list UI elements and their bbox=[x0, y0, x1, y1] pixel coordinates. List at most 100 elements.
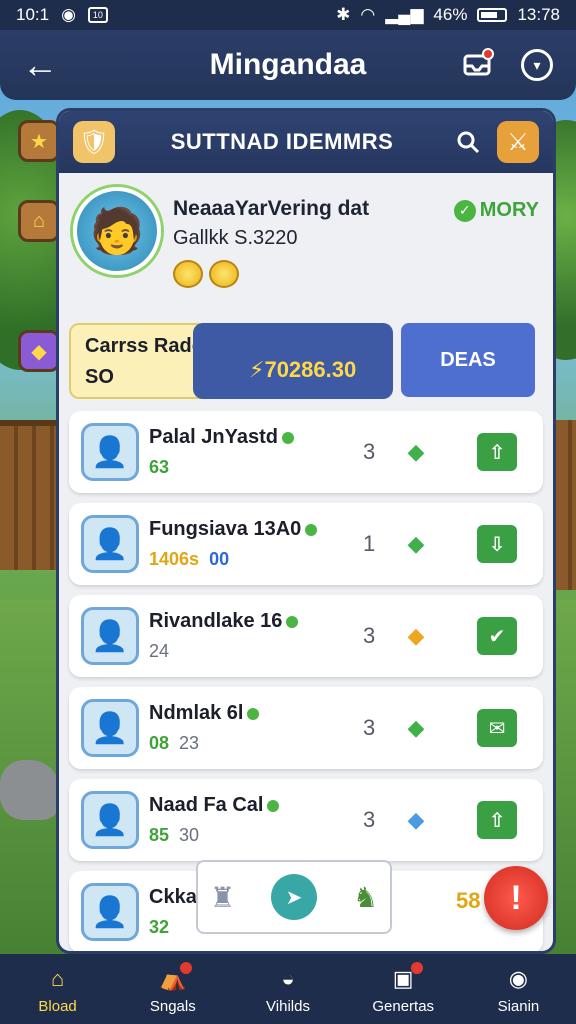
panel-header: 🛡 SUTTNAD IDEMMRS ⚔ bbox=[59, 111, 553, 173]
creature-icon: ♞ bbox=[352, 881, 378, 913]
gem-icon: ◆ bbox=[407, 715, 425, 740]
member-name: Naad Fa Cal bbox=[149, 794, 264, 816]
member-meta: 08 23 bbox=[149, 733, 369, 754]
map-badge-icon[interactable]: ⌂ bbox=[18, 200, 60, 242]
crystal-icon: ♜ bbox=[210, 881, 236, 913]
member-name: Fungsiava 13A0 bbox=[149, 518, 302, 540]
chevron-down-icon: ▾ bbox=[521, 49, 553, 81]
meta-value-2: 23 bbox=[179, 733, 200, 753]
notification-dot bbox=[482, 48, 494, 60]
profile-icon: ◉ bbox=[508, 965, 528, 991]
meta-value-2: 24 bbox=[149, 641, 170, 661]
inbox-button[interactable] bbox=[458, 46, 496, 84]
notification-dot bbox=[410, 962, 423, 974]
member-avatar: 👤 bbox=[81, 883, 139, 941]
member-count: 3 bbox=[363, 807, 376, 832]
battery-icon bbox=[477, 8, 508, 22]
peek-price: 58 bbox=[456, 888, 481, 913]
nav-label: Genertas bbox=[372, 997, 435, 1015]
bottom-nav: ⌂ Bload ⛺ Sngals ◒ Vihilds ▣ Genertas ◉ Sianin bbox=[0, 954, 576, 1024]
signal-icon: ▂▄▆ bbox=[385, 5, 424, 24]
coin-icon bbox=[209, 260, 239, 288]
arrow-down-icon[interactable]: ⇩ bbox=[477, 525, 517, 563]
nav-label: Sngals bbox=[149, 997, 196, 1015]
hero-avatar-icon[interactable]: ⚔ bbox=[497, 121, 539, 163]
nav-label: Vihilds bbox=[266, 997, 310, 1015]
member-meta: 85 30 bbox=[149, 825, 369, 846]
list-item[interactable]: 👤 Ndmlak 6l 08 23 3 ◆ ✉ bbox=[69, 687, 543, 769]
gem-badge-icon[interactable]: ◆ bbox=[18, 330, 60, 372]
clock: 13:78 bbox=[517, 5, 560, 24]
gem-icon: ◆ bbox=[407, 623, 425, 648]
coins bbox=[173, 260, 369, 288]
popup-card: ♜ ➤ ♞ bbox=[196, 860, 392, 934]
member-count: 1 bbox=[363, 531, 376, 556]
box-icon: 10 bbox=[87, 7, 108, 23]
meta-value-1: 85 bbox=[149, 825, 170, 845]
nav-item-bload[interactable]: ⌂ Bload bbox=[0, 954, 115, 1024]
member-avatar: 👤 bbox=[81, 607, 139, 665]
back-arrow-icon[interactable]: ← bbox=[20, 44, 60, 85]
wifi-icon: ◠ bbox=[360, 5, 376, 24]
nav-item-sianin[interactable]: ◉ Sianin bbox=[461, 954, 576, 1024]
nav-label: Bload bbox=[38, 997, 77, 1015]
arrow-up-icon[interactable]: ⇧ bbox=[477, 801, 517, 839]
member-meta: 63 bbox=[149, 457, 369, 478]
member-avatar: 👤 bbox=[81, 699, 139, 757]
member-meta: 24 bbox=[149, 641, 369, 662]
meta-value-1: 63 bbox=[149, 457, 170, 477]
member-name: Rivandlake 16 bbox=[149, 610, 283, 632]
meta-value-2: 00 bbox=[209, 549, 230, 569]
member-meta: 1406s 00 bbox=[149, 549, 369, 570]
alert-button[interactable]: ! bbox=[484, 866, 548, 930]
nav-item-genertas[interactable]: ▣ Genertas bbox=[346, 954, 461, 1024]
knight-avatar-icon[interactable]: 🛡 bbox=[73, 121, 115, 163]
nav-item-vihilds[interactable]: ◒ Vihilds bbox=[230, 954, 345, 1024]
note-icon[interactable]: ✉ bbox=[477, 709, 517, 747]
verified-icon bbox=[281, 431, 294, 444]
battery-percent: 46% bbox=[433, 5, 468, 24]
member-count: 3 bbox=[363, 623, 376, 648]
balance-amount-value: 70286.30 bbox=[264, 357, 357, 382]
balance-amount: ⚡70286.30 bbox=[193, 323, 393, 399]
play-button[interactable]: ➤ bbox=[271, 874, 317, 920]
panel-title: SUTTNAD IDEMMRS bbox=[170, 129, 394, 154]
check-icon[interactable]: ✔ bbox=[477, 617, 517, 655]
member-count: 3 bbox=[363, 715, 376, 740]
meta-value-1: 32 bbox=[149, 917, 170, 937]
list-item[interactable]: 👤 Rivandlake 16 24 3 ◆ ✔ bbox=[69, 595, 543, 677]
star-badge-icon[interactable]: ★ bbox=[18, 120, 60, 162]
list-item[interactable]: 👤 Palal JnYastd 63 3 ◆ ⇧ bbox=[69, 411, 543, 493]
main-panel: 🛡 SUTTNAD IDEMMRS ⚔ 🧑 NeaaaYarVering dat… bbox=[56, 108, 556, 954]
member-avatar: 👤 bbox=[81, 791, 139, 849]
list-item[interactable]: 👤 Fungsiava 13A0 1406s 00 1 ◆ ⇩ bbox=[69, 503, 543, 585]
nav-item-sngals[interactable]: ⛺ Sngals bbox=[115, 954, 230, 1024]
coin-icon bbox=[173, 260, 203, 288]
verified-icon bbox=[305, 523, 318, 536]
status-text: MORY bbox=[479, 199, 539, 221]
lightning-icon: ⚡ bbox=[249, 357, 265, 382]
status-bar: 10:1 ◉ 10 ✱ ◠ ▂▄▆ 46% 13:78 bbox=[0, 0, 576, 30]
verified-icon bbox=[247, 707, 260, 720]
record-icon: ◉ bbox=[61, 5, 76, 24]
member-count: 3 bbox=[363, 439, 376, 464]
search-button[interactable] bbox=[449, 123, 487, 161]
arrow-up-icon[interactable]: ⇧ bbox=[477, 433, 517, 471]
search-icon bbox=[457, 131, 480, 154]
meta-value-1: 08 bbox=[149, 733, 170, 753]
bluetooth-icon: ✱ bbox=[336, 5, 351, 24]
deals-button[interactable]: DEAS bbox=[401, 323, 535, 397]
menu-button[interactable]: ▾ bbox=[518, 46, 556, 84]
meta-value-1: 1406s bbox=[149, 549, 200, 569]
avatar[interactable]: 🧑 bbox=[73, 187, 161, 275]
status-time: 10:1 bbox=[16, 5, 50, 24]
profile-subtitle: Gallkk S.3220 bbox=[173, 227, 298, 249]
status-badge: ✓ MORY bbox=[453, 199, 539, 222]
nav-label: Sianin bbox=[497, 997, 540, 1015]
list-item[interactable]: 👤 Naad Fa Cal 85 30 3 ◆ ⇧ bbox=[69, 779, 543, 861]
check-icon: ✓ bbox=[453, 199, 476, 222]
verified-icon bbox=[267, 799, 280, 812]
verified-icon bbox=[286, 615, 299, 628]
member-name: Palal JnYastd bbox=[149, 426, 278, 448]
member-avatar: 👤 bbox=[81, 515, 139, 573]
